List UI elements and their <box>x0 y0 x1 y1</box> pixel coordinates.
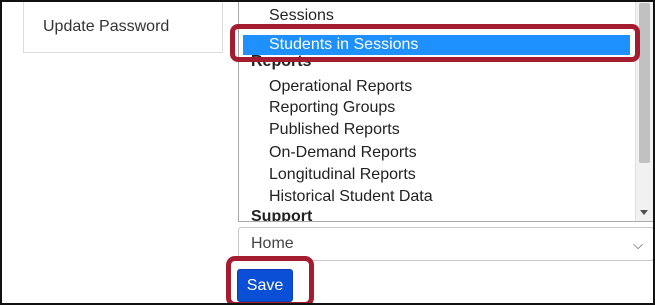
sidebar-nav: Update Password <box>23 2 223 53</box>
option-historical-student-data[interactable]: Historical Student Data <box>269 187 433 207</box>
option-longitudinal-reports[interactable]: Longitudinal Reports <box>269 165 416 185</box>
option-reporting-groups[interactable]: Reporting Groups <box>269 98 395 118</box>
scroll-down-arrow-icon[interactable] <box>640 210 648 215</box>
home-select-value: Home <box>251 235 294 252</box>
highlight-students-in-sessions <box>230 24 640 62</box>
option-sessions[interactable]: Sessions <box>269 6 334 26</box>
option-published-reports[interactable]: Published Reports <box>269 120 400 140</box>
optgroup-support: Support <box>251 208 313 222</box>
option-operational-reports[interactable]: Operational Reports <box>269 77 412 97</box>
save-button[interactable]: Save <box>237 269 293 302</box>
scrollbar-thumb[interactable] <box>639 3 650 163</box>
sidebar-item-update-password[interactable]: Update Password <box>43 18 169 36</box>
chevron-down-icon: ⌵ <box>633 237 643 252</box>
screenshot-frame: Update Password Sessions Students in Ses… <box>0 0 655 305</box>
option-on-demand-reports[interactable]: On-Demand Reports <box>269 143 417 163</box>
